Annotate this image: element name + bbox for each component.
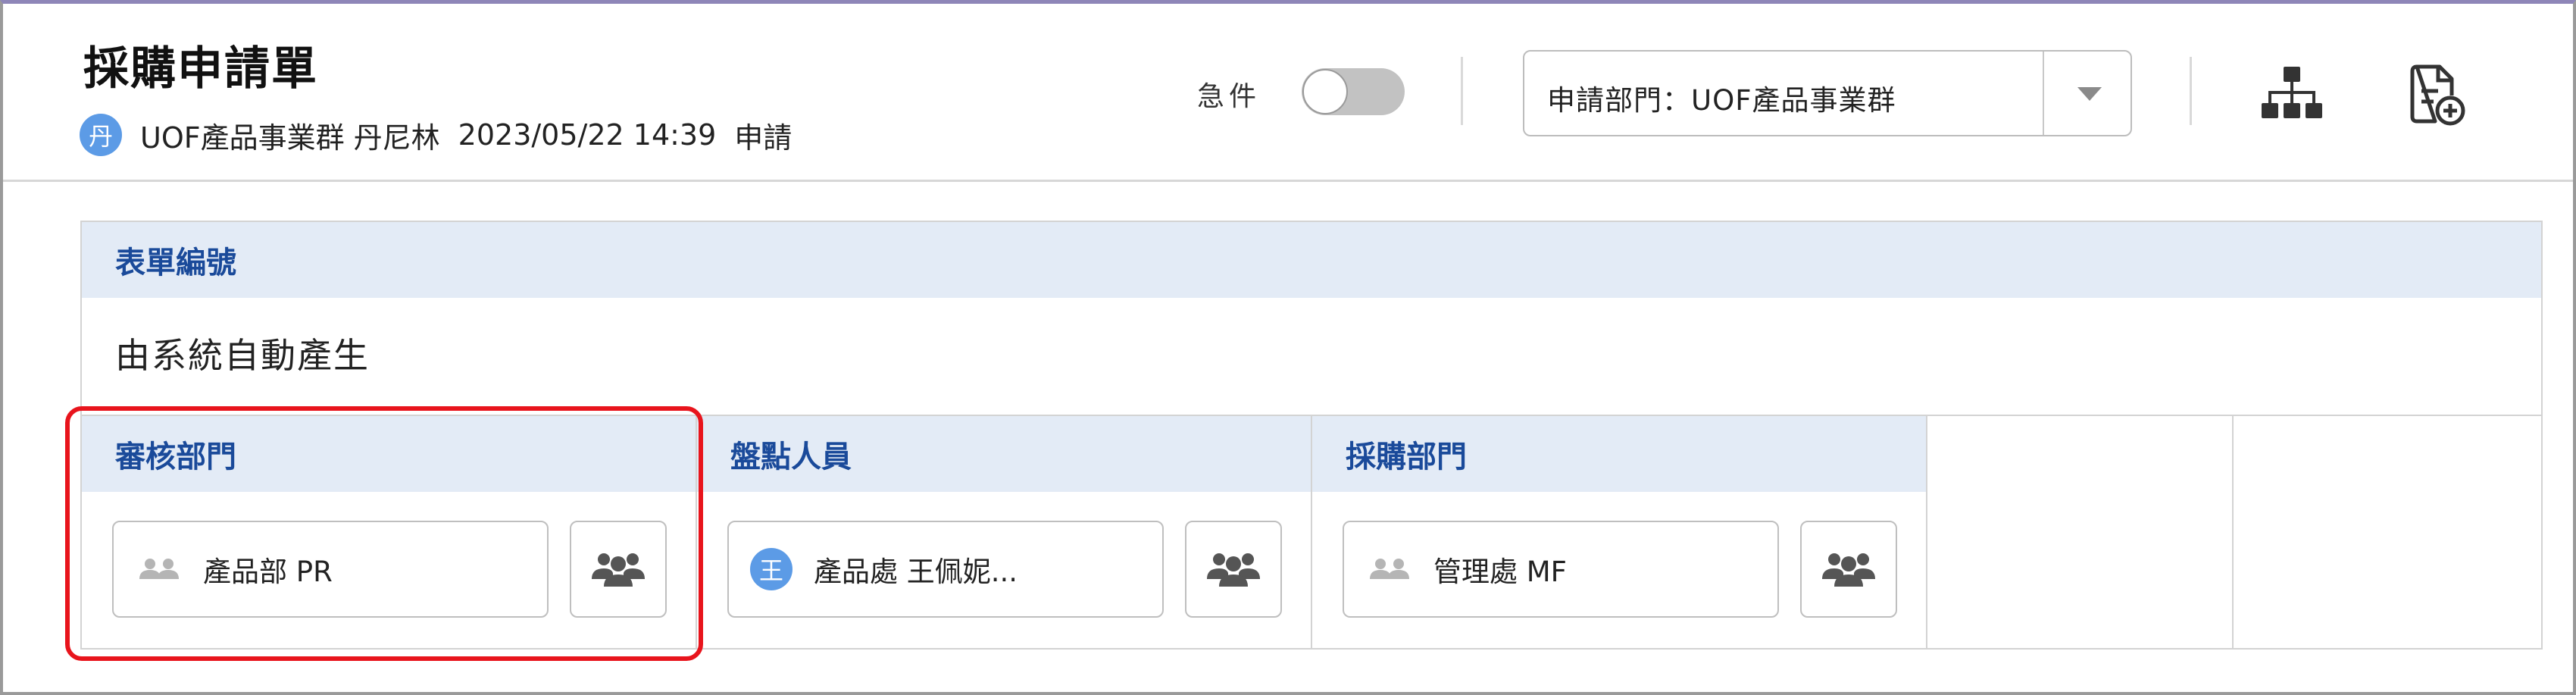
group-picker-icon (1207, 553, 1260, 587)
select-divider (2043, 52, 2044, 135)
add-document-icon[interactable] (2402, 61, 2470, 129)
urgent-label: 急件 (1197, 81, 1261, 112)
col-divider (1311, 416, 1312, 648)
applicant-name: UOF產品事業群 丹尼林 (140, 121, 440, 155)
purchase-dept-picker-button[interactable] (1800, 521, 1897, 618)
toggle-knob (1302, 69, 1348, 114)
group-picker-icon (1822, 553, 1875, 587)
avatar: 王 (750, 548, 792, 590)
header-divider (3, 180, 2573, 182)
dept-select-value: 申請部門：UOF產品事業群 (1547, 84, 1896, 117)
applicant-info: 丹 UOF產品事業群 丹尼林 2023/05/22 14:39 申請 (80, 112, 792, 158)
col-divider (1926, 416, 1927, 648)
inventory-staff-value: 產品處 王佩妮... (814, 556, 1018, 588)
inventory-staff-field[interactable]: 王 產品處 王佩妮... (727, 521, 1164, 618)
divider (1461, 57, 1463, 125)
form-no-header: 表單編號 (82, 222, 2541, 298)
purchase-dept-header: 採購部門 (1312, 416, 1926, 492)
divider (2190, 57, 2192, 125)
urgent-toggle[interactable] (1302, 68, 1405, 115)
inventory-staff-header: 盤點人員 (697, 416, 1311, 492)
form-no-value: 由系統自動產生 (115, 335, 370, 376)
apply-datetime: 2023/05/22 14:39 (458, 118, 717, 152)
page-title: 採購申請單 (83, 42, 318, 95)
applicant-dept-select[interactable]: 申請部門：UOF產品事業群 (1523, 50, 2132, 136)
purchase-dept-field[interactable]: 管理處 MF (1343, 521, 1779, 618)
avatar: 丹 (80, 114, 122, 156)
people-icon (1368, 558, 1411, 581)
purchase-dept-value: 管理處 MF (1433, 556, 1567, 588)
apply-action: 申請 (734, 121, 792, 155)
chevron-down-icon[interactable] (2077, 87, 2102, 101)
col-divider (2232, 416, 2234, 648)
highlight-box (65, 406, 703, 661)
inventory-staff-picker-button[interactable] (1185, 521, 1282, 618)
org-chart-icon[interactable] (2258, 61, 2326, 129)
